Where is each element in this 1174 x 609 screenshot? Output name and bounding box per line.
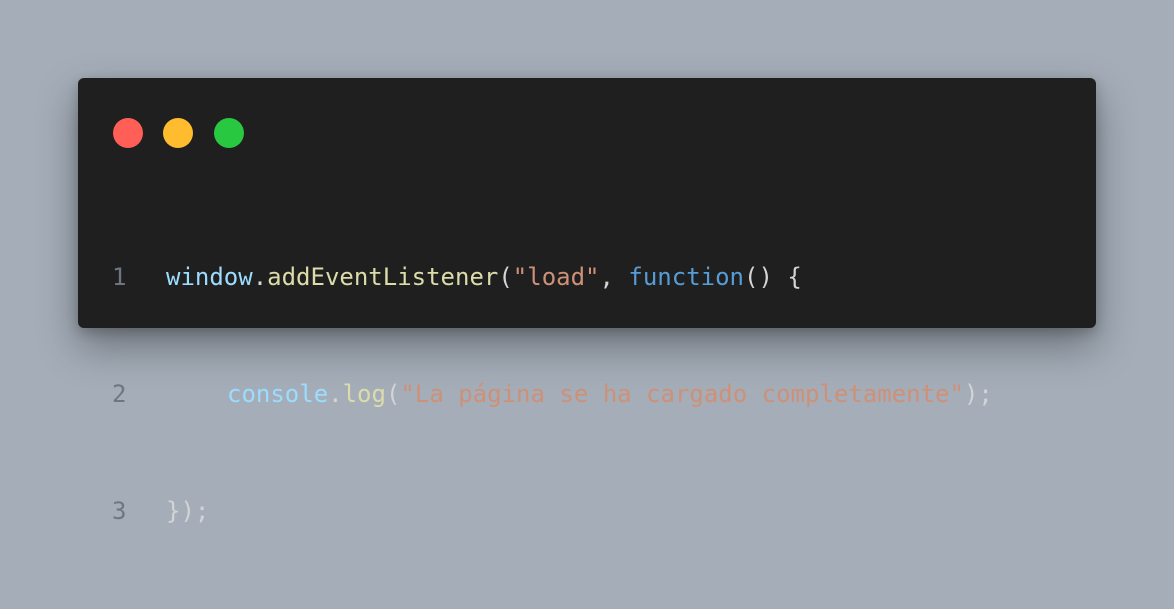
code-window: 1 window.addEventListener("load", functio… bbox=[78, 78, 1096, 525]
maximize-window-button[interactable] bbox=[214, 118, 244, 148]
token-punctuation: ( bbox=[385, 380, 401, 408]
token-identifier: console bbox=[227, 380, 329, 408]
token-string: "load" bbox=[512, 263, 600, 291]
token-punctuation: ); bbox=[963, 380, 993, 408]
token-method: log bbox=[342, 380, 386, 408]
token-punctuation: , bbox=[599, 263, 629, 291]
close-window-button[interactable] bbox=[113, 118, 143, 148]
token-punctuation: . bbox=[252, 263, 268, 291]
code-line: 2 console.log("La página se ha cargado co… bbox=[78, 375, 993, 414]
token-method: addEventListener bbox=[267, 263, 499, 291]
code-line: 1 window.addEventListener("load", functio… bbox=[78, 258, 993, 297]
minimize-window-button[interactable] bbox=[163, 118, 193, 148]
code-block: 1 window.addEventListener("load", functio… bbox=[78, 180, 993, 609]
line-number: 1 bbox=[112, 263, 127, 291]
token-punctuation: . bbox=[328, 380, 343, 408]
token-identifier: window bbox=[166, 263, 253, 291]
token-keyword: function bbox=[628, 263, 744, 291]
token-punctuation: }); bbox=[166, 497, 210, 525]
code-line: 3}); bbox=[78, 492, 993, 531]
token-punctuation: ( bbox=[498, 263, 513, 291]
token-punctuation: () { bbox=[744, 263, 802, 291]
line-number: 2 bbox=[112, 380, 127, 408]
line-number: 3 bbox=[112, 497, 127, 525]
token-string: "La página se ha cargado completamente" bbox=[400, 380, 964, 408]
